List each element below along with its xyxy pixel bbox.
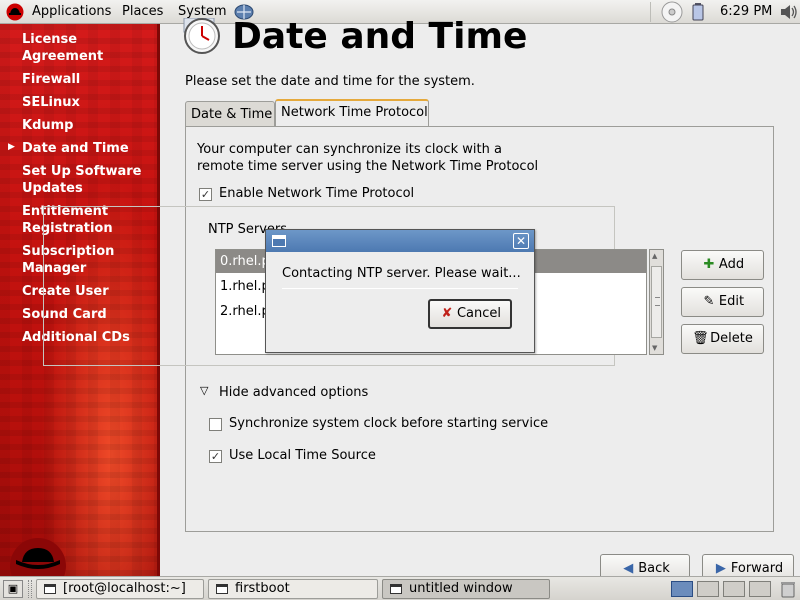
cancel-x-icon: ✘ bbox=[441, 306, 453, 321]
edit-server-button[interactable]: ✎ Edit bbox=[681, 287, 764, 317]
close-icon[interactable]: ✕ bbox=[513, 233, 529, 249]
workspace-1[interactable] bbox=[671, 581, 693, 597]
bottom-panel: ▣ [root@localhost:~] firstboot untitled … bbox=[0, 576, 800, 600]
taskbar-item-untitled-window[interactable]: untitled window bbox=[382, 579, 550, 599]
window-icon bbox=[390, 584, 402, 594]
page-subtitle: Please set the date and time for the sys… bbox=[185, 74, 475, 89]
scroll-up-arrow-icon[interactable]: ▲ bbox=[652, 252, 657, 260]
dialog-divider bbox=[282, 288, 518, 289]
workspace-4[interactable] bbox=[749, 581, 771, 597]
page-title: Date and Time bbox=[232, 16, 528, 57]
redhat-logo bbox=[10, 538, 66, 576]
sidebar-item-selinux: SELinux bbox=[22, 95, 80, 110]
enable-ntp-label[interactable]: Enable Network Time Protocol bbox=[219, 186, 414, 201]
sync-clock-label[interactable]: Synchronize system clock before starting… bbox=[229, 416, 548, 431]
add-server-button[interactable]: ✚ Add bbox=[681, 250, 764, 280]
current-step-arrow-icon: ▶ bbox=[8, 142, 15, 152]
system-menu[interactable]: System bbox=[178, 4, 226, 19]
collapse-arrow-icon[interactable]: ▽ bbox=[200, 384, 208, 397]
volume-icon[interactable] bbox=[780, 4, 798, 20]
panel-handle bbox=[28, 580, 32, 598]
battery-icon[interactable] bbox=[692, 3, 704, 21]
sidebar-item-software-updates: Set Up Software Updates bbox=[22, 164, 142, 196]
ntp-description: Your computer can synchronize its clock … bbox=[197, 142, 539, 174]
trash-icon[interactable] bbox=[780, 580, 796, 598]
cancel-button[interactable]: ✘ Cancel bbox=[428, 299, 512, 329]
enable-ntp-checkbox[interactable]: ✓ bbox=[199, 188, 212, 201]
plus-icon: ✚ bbox=[703, 257, 715, 272]
window-icon bbox=[272, 235, 286, 247]
local-time-source-label[interactable]: Use Local Time Source bbox=[229, 448, 376, 463]
edit-icon: ✎ bbox=[703, 294, 715, 309]
scroll-down-arrow-icon[interactable]: ▼ bbox=[652, 344, 657, 352]
panel-separator bbox=[650, 2, 651, 22]
scrollbar-thumb[interactable] bbox=[651, 266, 662, 338]
sync-clock-checkbox[interactable] bbox=[209, 418, 222, 431]
sidebar-item-license-agreement: License Agreement bbox=[22, 32, 104, 64]
advanced-options-toggle[interactable]: Hide advanced options bbox=[219, 385, 368, 400]
clock-icon bbox=[183, 18, 220, 54]
applications-menu[interactable]: Applications bbox=[32, 4, 111, 19]
places-menu[interactable]: Places bbox=[122, 4, 163, 19]
tab-network-time-protocol[interactable]: Network Time Protocol bbox=[275, 99, 429, 127]
show-desktop-icon[interactable]: ▣ bbox=[3, 580, 23, 598]
back-arrow-icon: ◀ bbox=[623, 561, 634, 576]
local-time-source-checkbox[interactable]: ✓ bbox=[209, 450, 222, 463]
ntp-progress-dialog: ✕ Contacting NTP server. Please wait... … bbox=[265, 229, 535, 353]
redhat-menu-icon[interactable] bbox=[6, 3, 24, 21]
forward-arrow-icon: ▶ bbox=[715, 561, 726, 576]
sidebar-item-firewall: Firewall bbox=[22, 72, 81, 87]
clock[interactable]: 6:29 PM bbox=[720, 4, 772, 19]
delete-server-button[interactable]: 🗑Delete bbox=[681, 324, 764, 354]
tab-date-and-time[interactable]: Date & Time bbox=[185, 101, 275, 127]
taskbar-item-firstboot[interactable]: firstboot bbox=[208, 579, 378, 599]
window-icon bbox=[216, 584, 228, 594]
terminal-icon bbox=[44, 584, 56, 594]
trash-icon: 🗑 bbox=[692, 331, 709, 346]
workspace-3[interactable] bbox=[723, 581, 745, 597]
taskbar-item-terminal[interactable]: [root@localhost:~] bbox=[36, 579, 204, 599]
dialog-message: Contacting NTP server. Please wait... bbox=[282, 266, 521, 281]
workspace-2[interactable] bbox=[697, 581, 719, 597]
ntp-list-scrollbar[interactable]: ▲ ▼ bbox=[649, 249, 664, 355]
sidebar-item-kdump: Kdump bbox=[22, 118, 74, 133]
dialog-titlebar[interactable]: ✕ bbox=[266, 230, 534, 252]
sidebar-item-date-and-time: Date and Time bbox=[22, 141, 129, 156]
cd-icon[interactable] bbox=[658, 1, 686, 23]
